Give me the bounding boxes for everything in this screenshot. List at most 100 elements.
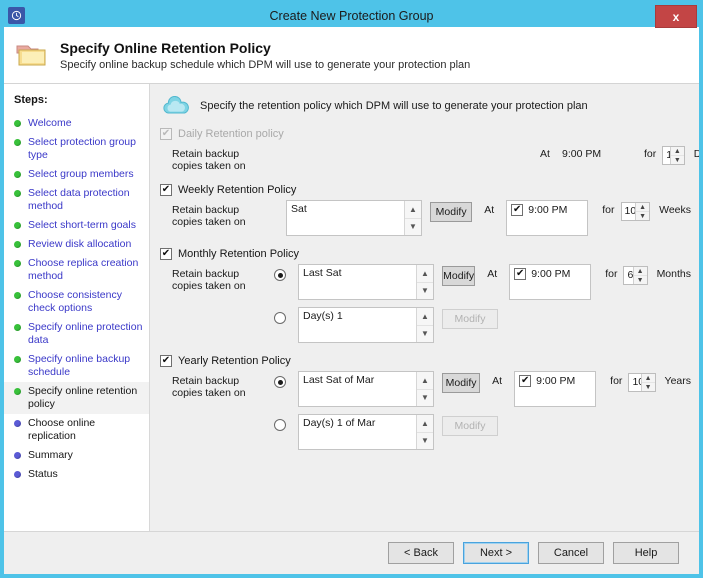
- monthly-time-box[interactable]: ✔ 9:00 PM: [509, 264, 592, 300]
- monthly-retention-header: ✔ Monthly Retention Policy: [160, 248, 691, 260]
- retain-label-line1: Retain backup: [172, 204, 240, 216]
- sidebar-item-select-data-protection-method[interactable]: Select data protection method: [4, 184, 149, 216]
- monthly-retention-title: Monthly Retention Policy: [178, 248, 300, 260]
- stepper-down-icon[interactable]: ▼: [641, 383, 655, 391]
- yearly-retention-row-secondary: Day(s) 1 of Mar ▲ ▼ Modify: [172, 414, 691, 450]
- sidebar-item-choose-consistency-check-options[interactable]: Choose consistency check options: [4, 286, 149, 318]
- daily-retention-header: ✔ Daily Retention policy: [160, 128, 691, 140]
- yearly-retention-header: ✔ Yearly Retention Policy: [160, 355, 691, 367]
- sidebar-item-choose-online-replication[interactable]: Choose online replication: [4, 414, 149, 446]
- yearly-retention-checkbox[interactable]: ✔: [160, 355, 172, 367]
- retain-label-line2: copies taken on: [172, 160, 246, 172]
- sidebar-item-label: Select data protection method: [28, 187, 130, 212]
- stepper-arrows: ▲ ▼: [632, 267, 647, 284]
- daily-time-value: 9:00 PM: [562, 148, 602, 160]
- monthly-option-b-radio[interactable]: [274, 312, 286, 324]
- yearly-option-a-modify-button[interactable]: Modify: [442, 373, 481, 393]
- window-title: Create New Protection Group: [269, 8, 434, 23]
- step-bullet-icon: [14, 139, 21, 146]
- listbox-arrows: ▲ ▼: [416, 415, 433, 449]
- help-button[interactable]: Help: [613, 542, 679, 564]
- weekly-schedule-listbox[interactable]: Sat ▲ ▼: [286, 200, 422, 236]
- monthly-option-a-modify-button[interactable]: Modify: [442, 266, 476, 286]
- monthly-time-checkbox[interactable]: ✔: [514, 268, 527, 280]
- monthly-retention-checkbox[interactable]: ✔: [160, 248, 172, 260]
- retain-label: Retain backup copies taken on: [172, 200, 256, 228]
- stepper-up-icon[interactable]: ▲: [641, 374, 655, 383]
- weekly-duration-stepper[interactable]: 104 ▲ ▼: [620, 202, 651, 221]
- monthly-option-a-listbox[interactable]: Last Sat ▲ ▼: [298, 264, 434, 300]
- monthly-option-a-radio[interactable]: [274, 269, 286, 281]
- yearly-option-b-listbox[interactable]: Day(s) 1 of Mar ▲ ▼: [298, 414, 434, 450]
- stepper-down-icon[interactable]: ▼: [636, 212, 650, 220]
- listbox-up-icon[interactable]: ▲: [405, 201, 421, 219]
- listbox-down-icon[interactable]: ▼: [417, 432, 433, 449]
- yearly-option-b-radio[interactable]: [274, 419, 286, 431]
- yearly-time-box[interactable]: ✔ 9:00 PM: [514, 371, 597, 407]
- sidebar-item-summary[interactable]: Summary: [4, 446, 149, 465]
- step-bullet-icon: [14, 324, 21, 331]
- listbox-arrows: ▲ ▼: [416, 308, 433, 342]
- weekly-schedule-value: Sat: [291, 203, 307, 215]
- listbox-up-icon[interactable]: ▲: [417, 372, 433, 390]
- sidebar-item-specify-online-protection-data[interactable]: Specify online protection data: [4, 318, 149, 350]
- listbox-up-icon[interactable]: ▲: [417, 415, 433, 433]
- next-button[interactable]: Next >: [463, 542, 529, 564]
- listbox-down-icon[interactable]: ▼: [417, 389, 433, 406]
- weekly-time-box[interactable]: ✔ 9:00 PM: [506, 200, 589, 236]
- sidebar-item-choose-replica-creation-method[interactable]: Choose replica creation method: [4, 254, 149, 286]
- monthly-option-b-listbox[interactable]: Day(s) 1 ▲ ▼: [298, 307, 434, 343]
- daily-duration-stepper[interactable]: 180 ▲ ▼: [662, 146, 685, 165]
- listbox-up-icon[interactable]: ▲: [417, 308, 433, 326]
- sidebar-item-review-disk-allocation[interactable]: Review disk allocation: [4, 235, 149, 254]
- sidebar-item-label: Select group members: [28, 168, 134, 180]
- monthly-retention-row-secondary: Day(s) 1 ▲ ▼ Modify: [172, 307, 691, 343]
- monthly-option-b-value: Day(s) 1: [303, 310, 343, 322]
- weekly-time-checkbox[interactable]: ✔: [511, 204, 524, 216]
- stepper-up-icon[interactable]: ▲: [633, 267, 647, 276]
- yearly-option-a-listbox[interactable]: Last Sat of Mar ▲ ▼: [298, 371, 434, 407]
- stepper-down-icon[interactable]: ▼: [633, 276, 647, 284]
- dialog-window: Create New Protection Group x Specify On…: [0, 0, 703, 578]
- for-label: for: [610, 375, 623, 387]
- app-icon: [8, 7, 25, 24]
- sidebar-item-select-protection-group-type[interactable]: Select protection group type: [4, 133, 149, 165]
- daily-retention-checkbox: ✔: [160, 128, 172, 140]
- yearly-time-checkbox[interactable]: ✔: [519, 375, 532, 387]
- yearly-duration-stepper[interactable]: 10 ▲ ▼: [628, 373, 656, 392]
- step-bullet-icon: [14, 120, 21, 127]
- dialog-footer: < Back Next > Cancel Help: [4, 531, 699, 574]
- sidebar-item-specify-online-backup-schedule[interactable]: Specify online backup schedule: [4, 350, 149, 382]
- cancel-button[interactable]: Cancel: [538, 542, 604, 564]
- stepper-up-icon[interactable]: ▲: [670, 147, 684, 156]
- yearly-option-b-modify-button: Modify: [442, 416, 498, 436]
- monthly-duration-stepper[interactable]: 60 ▲ ▼: [623, 266, 648, 285]
- step-bullet-icon: [14, 171, 21, 178]
- sidebar-item-select-group-members[interactable]: Select group members: [4, 165, 149, 184]
- yearly-retention-section: ✔ Yearly Retention Policy Retain backup …: [158, 355, 691, 450]
- retain-label-spacer: [172, 414, 256, 418]
- intro-text: Specify the retention policy which DPM w…: [200, 100, 588, 112]
- listbox-down-icon[interactable]: ▼: [417, 282, 433, 299]
- weekly-modify-button[interactable]: Modify: [430, 202, 473, 222]
- yearly-option-a-radio[interactable]: [274, 376, 286, 388]
- stepper-up-icon[interactable]: ▲: [636, 203, 650, 212]
- sidebar-item-status[interactable]: Status: [4, 465, 149, 484]
- sidebar-item-specify-online-retention-policy[interactable]: Specify online retention policy: [4, 382, 149, 414]
- step-bullet-icon: [14, 356, 21, 363]
- listbox-arrows: ▲ ▼: [416, 265, 433, 299]
- page-title: Specify Online Retention Policy: [60, 39, 271, 56]
- retain-label-line2: copies taken on: [172, 387, 246, 399]
- sidebar-item-welcome[interactable]: Welcome: [4, 114, 149, 133]
- listbox-down-icon[interactable]: ▼: [417, 325, 433, 342]
- close-button[interactable]: x: [655, 5, 697, 28]
- daily-retention-title: Daily Retention policy: [178, 128, 284, 140]
- daily-retention-section: ✔ Daily Retention policy Retain backup c…: [158, 128, 699, 172]
- sidebar-item-select-short-term-goals[interactable]: Select short-term goals: [4, 216, 149, 235]
- listbox-down-icon[interactable]: ▼: [405, 218, 421, 235]
- stepper-down-icon[interactable]: ▼: [670, 156, 684, 164]
- weekly-retention-checkbox[interactable]: ✔: [160, 184, 172, 196]
- listbox-up-icon[interactable]: ▲: [417, 265, 433, 283]
- back-button[interactable]: < Back: [388, 542, 454, 564]
- weekly-retention-row: Retain backup copies taken on Sat ▲ ▼ Mo…: [172, 200, 691, 236]
